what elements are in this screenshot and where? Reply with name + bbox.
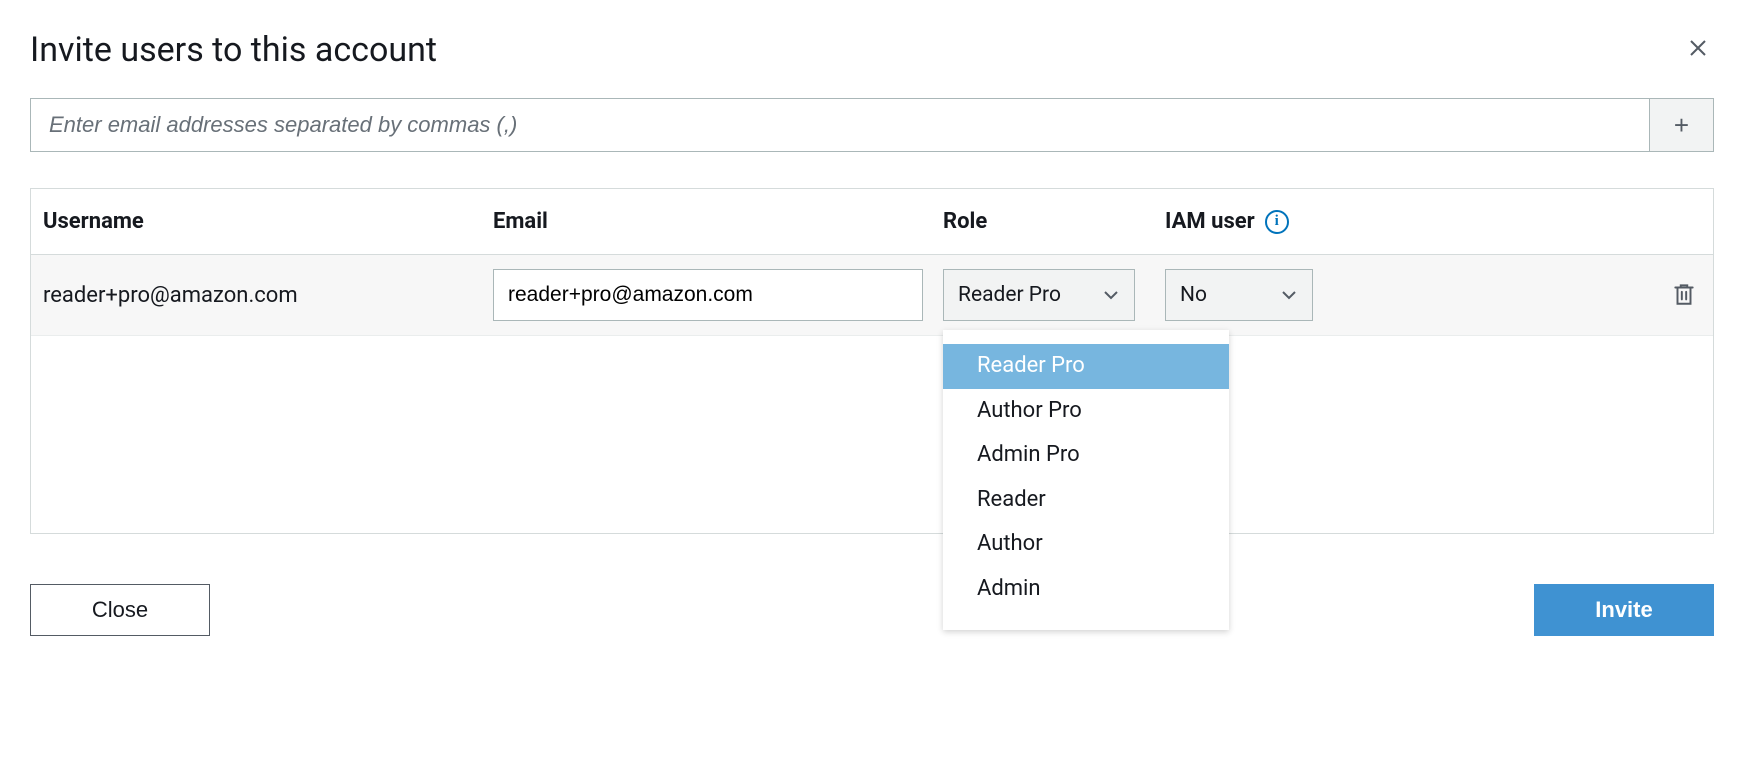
role-option[interactable]: Admin [943,567,1229,612]
iam-select-value: No [1180,283,1207,307]
header-username: Username [41,209,493,234]
email-addresses-input[interactable] [30,98,1650,152]
chevron-down-icon [1102,286,1120,304]
users-table: Username Email Role IAM user i reader+pr… [30,188,1714,534]
table-row: reader+pro@amazon.com Reader Pro Reader … [31,255,1713,336]
chevron-down-icon [1280,286,1298,304]
add-email-button[interactable]: + [1650,98,1714,152]
table-header-row: Username Email Role IAM user i [31,189,1713,255]
role-option[interactable]: Admin Pro [943,433,1229,478]
role-select[interactable]: Reader Pro [943,269,1135,321]
info-icon[interactable]: i [1265,210,1289,234]
header-iam: IAM user i [1165,209,1401,234]
iam-select[interactable]: No [1165,269,1313,321]
role-option[interactable]: Reader Pro [943,344,1229,389]
role-select-value: Reader Pro [958,283,1061,307]
header-email: Email [493,209,943,234]
dialog-footer: Close Invite [30,584,1714,636]
email-entry-row: + [30,98,1714,152]
close-icon[interactable] [1682,32,1714,69]
header-iam-label: IAM user [1165,209,1255,234]
close-button[interactable]: Close [30,584,210,636]
dialog-title: Invite users to this account [30,30,437,70]
plus-icon: + [1674,110,1689,141]
cell-username: reader+pro@amazon.com [41,283,493,308]
delete-row-button[interactable] [1671,281,1699,309]
header-role: Role [943,209,1165,234]
role-option[interactable]: Author [943,522,1229,567]
role-dropdown: Reader ProAuthor ProAdmin ProReaderAutho… [943,330,1229,630]
invite-button[interactable]: Invite [1534,584,1714,636]
email-field[interactable] [493,269,923,321]
role-option[interactable]: Reader [943,478,1229,523]
role-option[interactable]: Author Pro [943,389,1229,434]
